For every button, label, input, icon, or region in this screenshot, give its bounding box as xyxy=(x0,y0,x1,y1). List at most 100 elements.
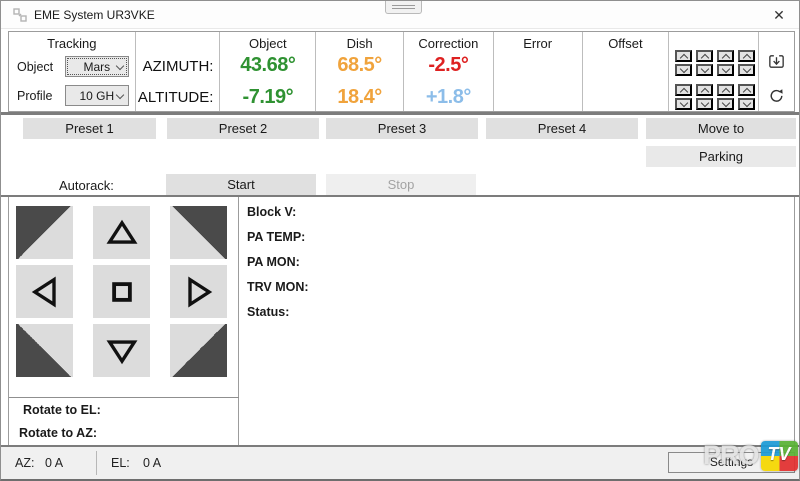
square-stop-icon xyxy=(104,274,140,310)
preset-4-button[interactable]: Preset 4 xyxy=(486,118,638,139)
statusbar-el-value: 0 A xyxy=(143,447,161,479)
tracking-group-title: Tracking xyxy=(9,36,135,51)
dish-altitude-value: 18.4° xyxy=(316,86,403,109)
nudge-down-button[interactable] xyxy=(717,64,734,76)
chevron-up-icon xyxy=(701,54,709,62)
block-v-label: Block V: xyxy=(247,205,794,219)
triangle-right-icon xyxy=(181,274,217,310)
dish-column-header: Dish xyxy=(316,36,403,51)
autorack-stop-button[interactable]: Stop xyxy=(326,174,476,195)
tracking-group: Tracking Object Mars Profile 10 GH xyxy=(9,32,136,111)
chevron-up-icon xyxy=(722,88,730,96)
statusbar-az-label: AZ: xyxy=(15,447,34,479)
jog-up-right-button[interactable] xyxy=(170,206,227,259)
app-icon xyxy=(13,8,27,22)
azimuth-label: AZIMUTH: xyxy=(136,58,214,75)
chevron-down-icon xyxy=(743,98,751,106)
rotate-to-el-label: Rotate to EL: xyxy=(23,403,101,417)
preset-3-button[interactable]: Preset 3 xyxy=(326,118,478,139)
nudge-up-button[interactable] xyxy=(738,50,755,62)
title-bar: EME System UR3VKE ✕ xyxy=(1,1,799,29)
chevron-up-icon xyxy=(722,54,730,62)
nudge-down-button[interactable] xyxy=(675,98,692,110)
status-bar: AZ: 0 A EL: 0 A Settings xyxy=(1,445,799,479)
chevron-down-icon xyxy=(115,62,123,70)
triangle-down-icon xyxy=(104,333,140,369)
preset-2-button[interactable]: Preset 2 xyxy=(167,118,319,139)
chevron-up-icon xyxy=(743,88,751,96)
correction-column-header: Correction xyxy=(404,36,493,51)
main-area: Rotate to EL: Rotate to AZ: Block V: PA … xyxy=(8,197,795,448)
nudge-down-button[interactable] xyxy=(738,98,755,110)
axis-labels-column: AZIMUTH: ALTITUDE: xyxy=(136,32,221,111)
chevron-up-icon xyxy=(680,88,688,96)
divider xyxy=(96,451,97,475)
offset-readout-column: Offset xyxy=(583,32,670,111)
jog-control-pane: Rotate to EL: Rotate to AZ: xyxy=(9,197,239,447)
autorack-start-button[interactable]: Start xyxy=(166,174,316,195)
object-label: Object xyxy=(17,60,65,74)
app-window: EME System UR3VKE ✕ Tracking Object Mars… xyxy=(0,0,800,481)
chevron-down-icon xyxy=(743,64,751,72)
chevron-up-icon xyxy=(743,54,751,62)
profile-select[interactable]: 10 GH xyxy=(65,85,129,106)
divider xyxy=(9,397,239,398)
error-column-header: Error xyxy=(494,36,582,51)
dish-readout-column: Dish 68.5° 18.4° xyxy=(316,32,404,111)
reset-offset-button[interactable] xyxy=(766,85,787,106)
pa-mon-label: PA MON: xyxy=(247,255,794,269)
trv-mon-label: TRV MON: xyxy=(247,280,794,294)
autorack-label: Autorack: xyxy=(59,178,114,193)
object-altitude-value: -7.19° xyxy=(220,86,315,109)
nudge-down-button[interactable] xyxy=(696,64,713,76)
rotate-to-az-label: Rotate to AZ: xyxy=(19,426,97,440)
jog-stop-button[interactable] xyxy=(93,265,150,318)
nudge-up-button[interactable] xyxy=(717,84,734,96)
jog-right-button[interactable] xyxy=(170,265,227,318)
jog-up-button[interactable] xyxy=(93,206,150,259)
object-column-header: Object xyxy=(220,36,315,51)
chevron-down-icon xyxy=(701,64,709,72)
jog-up-left-button[interactable] xyxy=(16,206,73,259)
error-readout-column: Error xyxy=(494,32,583,111)
tray-save-icon xyxy=(767,52,786,71)
readout-panel: Tracking Object Mars Profile 10 GH AZIMU… xyxy=(8,31,795,112)
refresh-icon xyxy=(768,87,785,104)
nudge-down-button[interactable] xyxy=(717,98,734,110)
offset-nudge-grid xyxy=(669,32,759,111)
window-grip[interactable] xyxy=(385,1,422,14)
jog-left-button[interactable] xyxy=(16,265,73,318)
chevron-down-icon xyxy=(722,64,730,72)
object-azimuth-value: 43.68° xyxy=(220,54,315,77)
object-readout-column: Object 43.68° -7.19° xyxy=(220,32,316,111)
correction-azimuth-value: -2.5° xyxy=(404,54,493,77)
nudge-up-button[interactable] xyxy=(717,50,734,62)
nudge-down-button[interactable] xyxy=(696,98,713,110)
settings-button[interactable]: Settings xyxy=(668,452,795,473)
correction-readout-column: Correction -2.5° +1.8° xyxy=(404,32,494,111)
profile-label: Profile xyxy=(17,89,65,103)
pa-temp-label: PA TEMP: xyxy=(247,230,794,244)
nudge-up-button[interactable] xyxy=(696,50,713,62)
offset-column-header: Offset xyxy=(583,36,669,51)
jog-down-right-button[interactable] xyxy=(170,324,227,377)
close-icon[interactable]: ✕ xyxy=(765,1,793,29)
nudge-down-button[interactable] xyxy=(738,64,755,76)
move-to-button[interactable]: Move to xyxy=(646,118,796,139)
status-label: Status: xyxy=(247,305,794,319)
nudge-up-button[interactable] xyxy=(675,50,692,62)
profile-select-value: 10 GH xyxy=(79,89,114,103)
nudge-up-button[interactable] xyxy=(696,84,713,96)
jog-down-left-button[interactable] xyxy=(16,324,73,377)
store-offset-button[interactable] xyxy=(766,51,787,72)
panel-tools-column xyxy=(759,32,794,111)
preset-1-button[interactable]: Preset 1 xyxy=(23,118,156,139)
jog-down-button[interactable] xyxy=(93,324,150,377)
statusbar-az-value: 0 A xyxy=(45,447,63,479)
nudge-down-button[interactable] xyxy=(675,64,692,76)
triangle-left-icon xyxy=(27,274,63,310)
nudge-up-button[interactable] xyxy=(738,84,755,96)
parking-button[interactable]: Parking xyxy=(646,146,796,167)
nudge-up-button[interactable] xyxy=(675,84,692,96)
object-select[interactable]: Mars xyxy=(65,56,129,77)
